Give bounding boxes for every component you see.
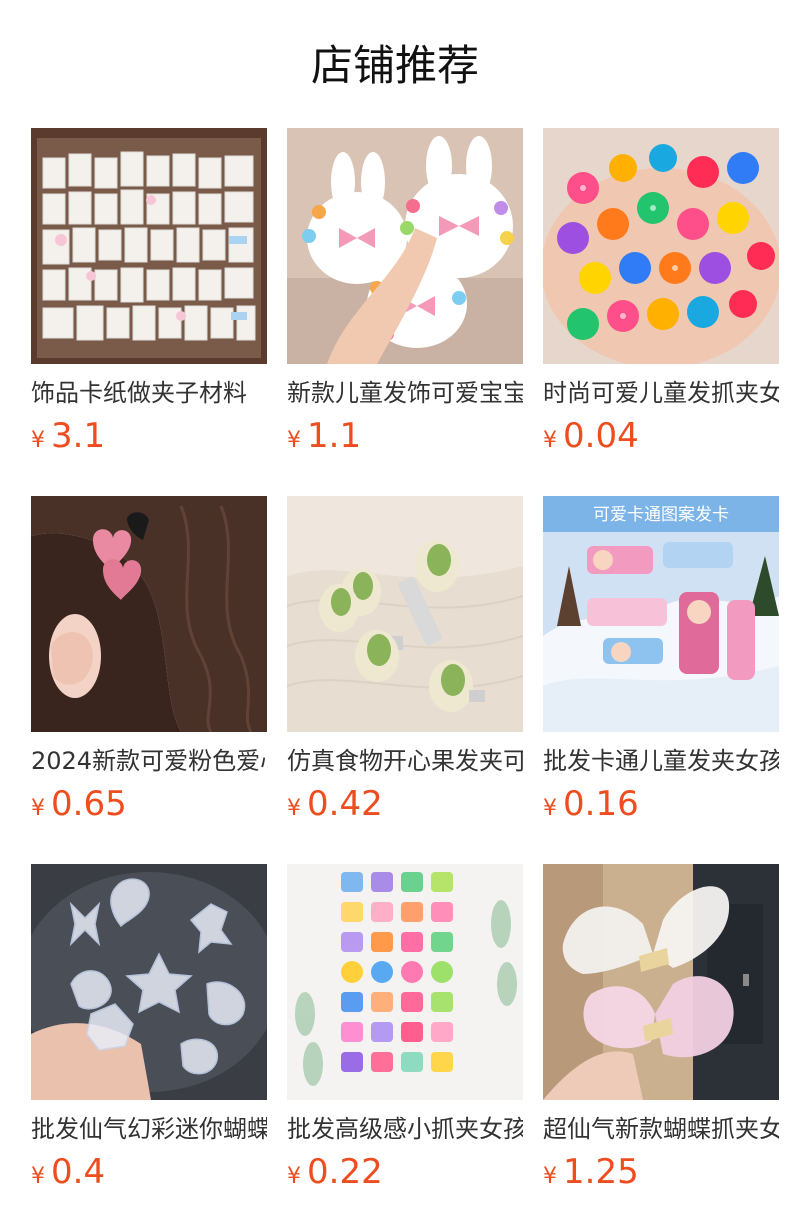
price-value: 1.1 (307, 416, 362, 456)
product-card[interactable]: 饰品卡纸做夹子材料 ¥3.1 (31, 128, 267, 468)
product-card[interactable]: 仿真食物开心果发夹可 ¥0.42 (287, 496, 523, 836)
product-image[interactable]: 可爱卡通图案发卡 (543, 496, 779, 732)
product-image[interactable] (287, 496, 523, 732)
product-image[interactable] (543, 128, 779, 364)
currency-symbol: ¥ (543, 1164, 557, 1189)
product-name[interactable]: 超仙气新款蝴蝶抓夹女 (543, 1112, 779, 1146)
currency-symbol: ¥ (287, 428, 301, 453)
product-image[interactable] (31, 128, 267, 364)
page-title: 店铺推荐 (310, 41, 479, 90)
product-image[interactable] (31, 496, 267, 732)
product-card[interactable]: 批发仙气幻彩迷你蝴蝶 ¥0.4 (31, 864, 267, 1204)
price-value: 0.42 (307, 784, 383, 824)
currency-symbol: ¥ (31, 428, 45, 453)
product-image[interactable] (31, 864, 267, 1100)
price-value: 0.4 (51, 1152, 106, 1192)
product-name[interactable]: 批发卡通儿童发夹女孩 (543, 744, 779, 778)
product-image-graphic (543, 864, 779, 1100)
product-card[interactable]: 批发高级感小抓夹女孩 ¥0.22 (287, 864, 523, 1204)
product-price: ¥1.25 (543, 1152, 639, 1192)
product-price: ¥0.4 (31, 1152, 105, 1192)
product-name[interactable]: 批发仙气幻彩迷你蝴蝶 (31, 1112, 267, 1146)
image-caption: 可爱卡通图案发卡 (593, 505, 729, 525)
price-value: 1.25 (563, 1152, 639, 1192)
product-price: ¥0.22 (287, 1152, 383, 1192)
product-name[interactable]: 饰品卡纸做夹子材料 (31, 376, 267, 410)
price-value: 0.65 (51, 784, 127, 824)
price-value: 0.22 (307, 1152, 383, 1192)
product-image-graphic (31, 864, 267, 1100)
price-value: 3.1 (51, 416, 106, 456)
product-price: ¥1.1 (287, 416, 361, 456)
currency-symbol: ¥ (31, 1164, 45, 1189)
product-name[interactable]: 2024新款可爱粉色爱心 (31, 744, 267, 778)
currency-symbol: ¥ (287, 1164, 301, 1189)
product-image[interactable] (287, 128, 523, 364)
product-name[interactable]: 新款儿童发饰可爱宝宝 (287, 376, 523, 410)
product-image-graphic (287, 128, 523, 364)
product-image-graphic (31, 128, 267, 364)
currency-symbol: ¥ (543, 796, 557, 821)
product-image-graphic (543, 128, 779, 364)
product-image-graphic (287, 496, 523, 732)
product-image[interactable] (287, 864, 523, 1100)
product-image-graphic (31, 496, 267, 732)
product-price: ¥0.42 (287, 784, 383, 824)
product-image-graphic (287, 864, 523, 1100)
product-card[interactable]: 可爱卡通图案发卡 批发卡通儿童发夹女孩 ¥0.16 (543, 496, 779, 836)
currency-symbol: ¥ (287, 796, 301, 821)
product-card[interactable]: 时尚可爱儿童发抓夹女 ¥0.04 (543, 128, 779, 468)
product-price: ¥0.04 (543, 416, 639, 456)
product-name[interactable]: 时尚可爱儿童发抓夹女 (543, 376, 779, 410)
product-image[interactable] (543, 864, 779, 1100)
product-price: ¥3.1 (31, 416, 105, 456)
product-price: ¥0.16 (543, 784, 639, 824)
product-card[interactable]: 2024新款可爱粉色爱心 ¥0.65 (31, 496, 267, 836)
currency-symbol: ¥ (543, 428, 557, 453)
price-value: 0.04 (563, 416, 639, 456)
product-image-graphic: 可爱卡通图案发卡 (543, 496, 779, 732)
currency-symbol: ¥ (31, 796, 45, 821)
price-value: 0.16 (563, 784, 639, 824)
product-price: ¥0.65 (31, 784, 127, 824)
product-card[interactable]: 超仙气新款蝴蝶抓夹女 ¥1.25 (543, 864, 779, 1204)
store-recommendations-page: 店铺推荐 饰品卡纸做夹子材料 ¥ 3.1 新款儿童发饰可爱宝宝 ¥ 1.1 时尚… (0, 0, 790, 1232)
product-name[interactable]: 仿真食物开心果发夹可 (287, 744, 523, 778)
product-card[interactable]: 新款儿童发饰可爱宝宝 ¥1.1 (287, 128, 523, 468)
product-name[interactable]: 批发高级感小抓夹女孩 (287, 1112, 523, 1146)
